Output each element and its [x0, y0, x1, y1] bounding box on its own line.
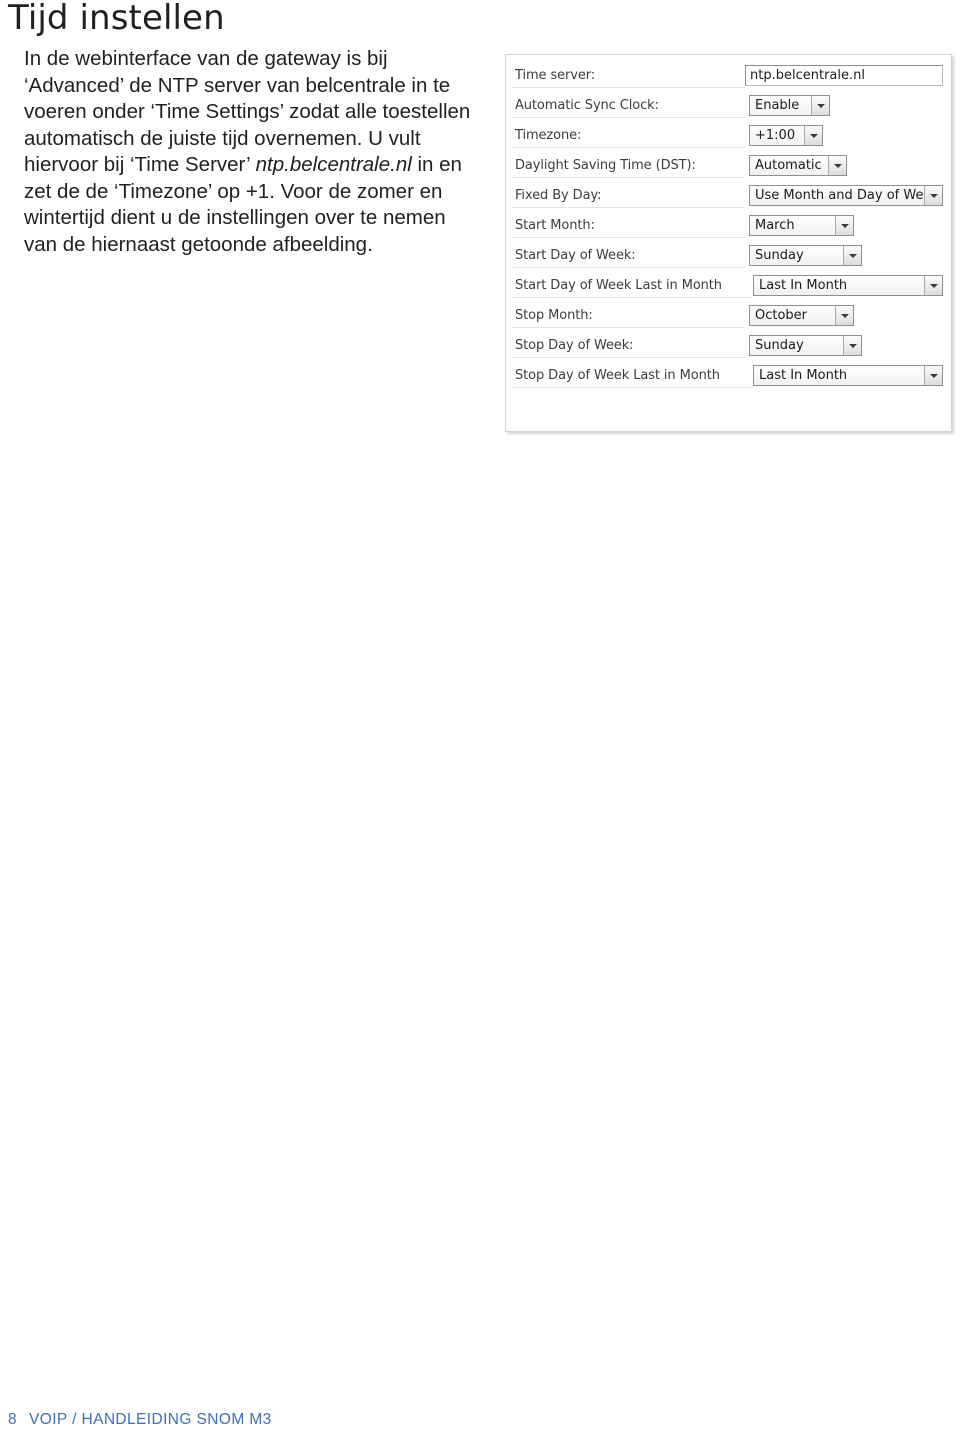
label-stop-month: Stop Month: — [515, 308, 593, 323]
label-start-day-of-week-last-in-month-box: Start Day of Week Last in Month — [512, 274, 752, 298]
label-stop-day-of-week-last-in-month-box: Stop Day of Week Last in Month — [512, 364, 752, 388]
chevron-down-icon[interactable] — [843, 246, 861, 265]
form-row-dst: Daylight Saving Time (DST): Automatic — [512, 151, 945, 181]
label-fixed-by-day-box: Fixed By Day: — [512, 184, 745, 208]
label-start-month-box: Start Month: — [512, 214, 745, 238]
select-stop-month-value: October — [755, 308, 808, 323]
form-row-timezone: Timezone: +1:00 — [512, 121, 945, 151]
form-row-start-day-of-week: Start Day of Week: Sunday — [512, 241, 945, 271]
select-dst-value: Automatic — [755, 158, 822, 173]
select-stop-month[interactable]: October — [749, 305, 854, 326]
chevron-down-icon[interactable] — [811, 96, 829, 115]
form-row-fixed-by-day: Fixed By Day: Use Month and Day of Week — [512, 181, 945, 211]
label-start-day-of-week-box: Start Day of Week: — [512, 244, 745, 268]
select-start-day-of-week-last-in-month-value: Last In Month — [759, 278, 848, 293]
form-row-automatic-sync-clock: Automatic Sync Clock: Enable — [512, 91, 945, 121]
select-timezone[interactable]: +1:00 — [749, 125, 823, 146]
select-automatic-sync-clock-value: Enable — [755, 98, 800, 113]
form-row-stop-month: Stop Month: October — [512, 301, 945, 331]
label-time-server: Time server: — [515, 68, 596, 83]
select-start-day-of-week-last-in-month[interactable]: Last In Month — [753, 275, 943, 296]
chevron-down-icon[interactable] — [924, 366, 942, 385]
chevron-down-icon[interactable] — [835, 306, 853, 325]
select-fixed-by-day[interactable]: Use Month and Day of Week — [749, 185, 943, 206]
form-row-start-day-of-week-last-in-month: Start Day of Week Last in Month Last In … — [512, 271, 945, 301]
form-row-time-server: Time server: ntp.belcentrale.nl — [512, 61, 945, 91]
label-time-server-box: Time server: — [512, 64, 745, 88]
chevron-down-icon[interactable] — [828, 156, 846, 175]
form-row-stop-day-of-week-last-in-month: Stop Day of Week Last in Month Last In M… — [512, 361, 945, 391]
label-start-day-of-week-last-in-month: Start Day of Week Last in Month — [515, 278, 722, 293]
select-start-month-value: March — [755, 218, 795, 233]
select-dst[interactable]: Automatic — [749, 155, 847, 176]
select-start-day-of-week-value: Sunday — [755, 248, 804, 263]
input-time-server-value: ntp.belcentrale.nl — [750, 68, 865, 83]
label-stop-day-of-week-last-in-month: Stop Day of Week Last in Month — [515, 368, 720, 383]
label-automatic-sync-clock-box: Automatic Sync Clock: — [512, 94, 745, 118]
chevron-down-icon[interactable] — [804, 126, 822, 145]
select-stop-day-of-week[interactable]: Sunday — [749, 335, 862, 356]
select-start-month[interactable]: March — [749, 215, 854, 236]
select-timezone-value: +1:00 — [755, 128, 796, 143]
label-timezone-box: Timezone: — [512, 124, 745, 148]
label-stop-day-of-week: Stop Day of Week: — [515, 338, 634, 353]
chevron-down-icon[interactable] — [843, 336, 861, 355]
label-dst: Daylight Saving Time (DST): — [515, 158, 696, 173]
select-stop-day-of-week-last-in-month[interactable]: Last In Month — [753, 365, 943, 386]
time-settings-form: Time server: ntp.belcentrale.nl Automati… — [512, 61, 945, 425]
label-stop-day-of-week-box: Stop Day of Week: — [512, 334, 745, 358]
label-start-day-of-week: Start Day of Week: — [515, 248, 636, 263]
time-settings-screenshot: Time server: ntp.belcentrale.nl Automati… — [505, 54, 952, 432]
page-footer: 8 VOIP / HANDLEIDING SNOM M3 — [8, 1411, 272, 1429]
form-row-stop-day-of-week: Stop Day of Week: Sunday — [512, 331, 945, 361]
label-fixed-by-day: Fixed By Day: — [515, 188, 602, 203]
label-start-month: Start Month: — [515, 218, 595, 233]
label-automatic-sync-clock: Automatic Sync Clock: — [515, 98, 659, 113]
chevron-down-icon[interactable] — [924, 186, 942, 205]
select-start-day-of-week[interactable]: Sunday — [749, 245, 862, 266]
select-stop-day-of-week-last-in-month-value: Last In Month — [759, 368, 848, 383]
form-row-start-month: Start Month: March — [512, 211, 945, 241]
input-time-server[interactable]: ntp.belcentrale.nl — [745, 65, 943, 86]
select-fixed-by-day-value: Use Month and Day of Week — [755, 188, 924, 203]
select-stop-day-of-week-value: Sunday — [755, 338, 804, 353]
footer-text: VOIP / HANDLEIDING SNOM M3 — [29, 1411, 272, 1428]
chevron-down-icon[interactable] — [835, 216, 853, 235]
page-title: Tijd instellen — [8, 0, 225, 38]
body-paragraph: In de webinterface van de gateway is bij… — [24, 46, 476, 258]
label-dst-box: Daylight Saving Time (DST): — [512, 154, 745, 178]
label-timezone: Timezone: — [515, 128, 582, 143]
chevron-down-icon[interactable] — [924, 276, 942, 295]
body-text-italic: ntp.belcentrale.nl — [255, 153, 412, 176]
footer-page-number: 8 — [8, 1411, 18, 1428]
select-automatic-sync-clock[interactable]: Enable — [749, 95, 830, 116]
label-stop-month-box: Stop Month: — [512, 304, 745, 328]
